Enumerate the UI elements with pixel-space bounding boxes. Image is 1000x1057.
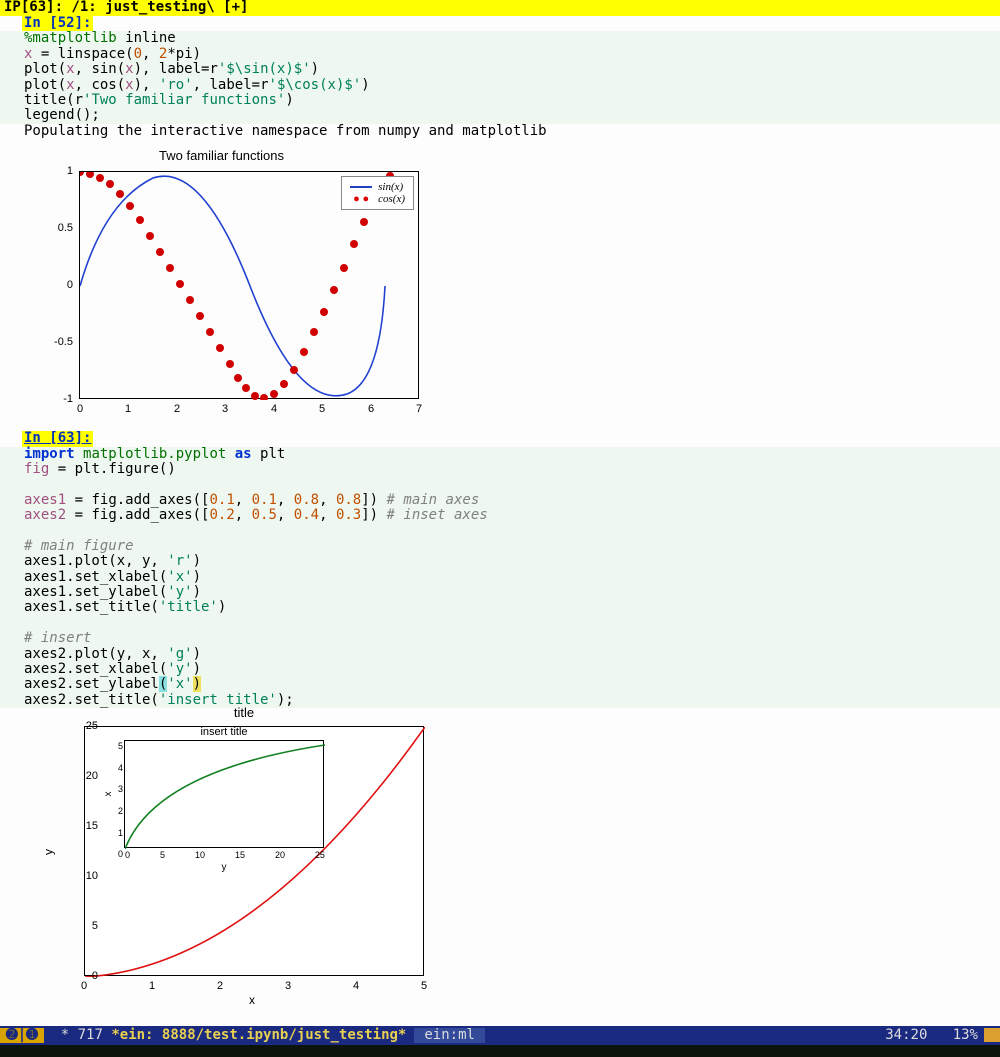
xtick: 5 <box>421 980 427 992</box>
ytick: 1 <box>67 165 73 177</box>
xtick: 15 <box>235 851 245 861</box>
code-cell-63[interactable]: import matplotlib.pyplot as plt fig = pl… <box>0 447 1000 709</box>
plot-output-2: title y x 25 20 15 10 5 0 0 1 2 3 4 <box>0 708 1000 1010</box>
xtick: 1 <box>149 980 155 992</box>
ytick: 10 <box>86 870 98 882</box>
xtick: 0 <box>125 851 130 861</box>
scroll-indicator-icon <box>984 1028 1000 1042</box>
notebook-worksheet[interactable]: In [52]: %matplotlib inline x = linspace… <box>0 16 1000 1010</box>
cell-output-text: Populating the interactive namespace fro… <box>0 124 1000 139</box>
xtick: 4 <box>353 980 359 992</box>
title-bar: IP[63]: /1: just_testing\ [+] <box>0 0 1000 16</box>
plot1-legend: sin(x) ● ●cos(x) <box>341 176 414 210</box>
editor-window: IP[63]: /1: just_testing\ [+] In [52]: %… <box>0 0 1000 1026</box>
xtick: 0 <box>77 403 83 415</box>
xtick: 1 <box>125 403 131 415</box>
xtick: 2 <box>174 403 180 415</box>
xtick: 10 <box>195 851 205 861</box>
minibuffer[interactable] <box>0 1045 1000 1057</box>
inset-xlabel: y <box>222 862 227 873</box>
xtick: 5 <box>319 403 325 415</box>
ytick: 0 <box>115 844 123 866</box>
ytick: 5 <box>115 736 123 758</box>
input-prompt-52: In [52]: <box>22 16 93 31</box>
ytick: 15 <box>86 820 98 832</box>
input-prompt-63: In [63]: <box>22 431 93 446</box>
plot2-title: title <box>234 706 254 720</box>
ytick: 0 <box>92 970 98 982</box>
xtick: 5 <box>160 851 165 861</box>
xtick: 7 <box>416 403 422 415</box>
buffer-name[interactable]: *ein: 8888/test.ipynb/just_testing* <box>111 1028 406 1043</box>
line-number: 717 <box>78 1028 103 1043</box>
ytick: 1 <box>115 823 123 845</box>
major-mode[interactable]: ein:ml <box>414 1028 485 1043</box>
ytick: 0.5 <box>58 222 73 234</box>
xtick: 0 <box>81 980 87 992</box>
plot2-xlabel: x <box>249 994 255 1007</box>
ytick: 5 <box>92 920 98 932</box>
workspace-indicator[interactable]: ➋|➊ <box>0 1028 44 1043</box>
code-cell-52[interactable]: %matplotlib inline x = linspace(0, 2*pi)… <box>0 31 1000 123</box>
ytick: 0 <box>67 279 73 291</box>
ytick: 2 <box>115 801 123 823</box>
plot-output-1: Two familiar functions <box>0 139 1000 431</box>
ytick: 3 <box>115 779 123 801</box>
mode-line: ➋|➊ * 717 *ein: 8888/test.ipynb/just_tes… <box>0 1026 1000 1045</box>
plot2-ylabel: y <box>42 849 55 855</box>
xtick: 25 <box>315 851 325 861</box>
ytick: 20 <box>86 770 98 782</box>
ytick: -1 <box>63 393 73 405</box>
ytick: -0.5 <box>54 336 73 348</box>
xtick: 2 <box>217 980 223 992</box>
xtick: 3 <box>285 980 291 992</box>
xtick: 3 <box>222 403 228 415</box>
cursor-position: 34:20 <box>885 1028 927 1043</box>
ytick: 4 <box>115 758 123 780</box>
ytick: 25 <box>86 720 98 732</box>
scroll-percent: 13% <box>953 1028 978 1043</box>
inset-title: insert title <box>200 726 247 738</box>
inset-ylabel: x <box>103 792 114 797</box>
xtick: 20 <box>275 851 285 861</box>
xtick: 6 <box>368 403 374 415</box>
plot1-title: Two familiar functions <box>159 149 284 163</box>
xtick: 4 <box>271 403 277 415</box>
